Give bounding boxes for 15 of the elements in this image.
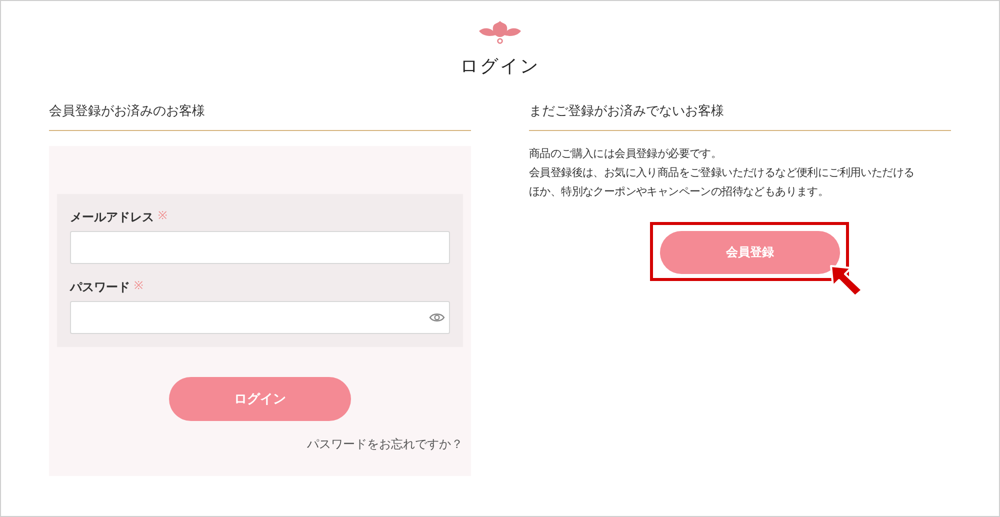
email-field[interactable] [70, 230, 450, 264]
forgot-password-link[interactable]: パスワードをお忘れですか？ [307, 434, 463, 452]
registration-description: 商品のご購入には会員登録が必要です。 会員登録後は、お気に入り商品をご登録いただけるなど便利にご利用いただける ほか、特別なクーポンやキャンペーンの招待などもあります。 [529, 146, 916, 200]
flower-logo-icon [477, 19, 523, 45]
section-heading: 会員登録がお済みのお客様 [49, 102, 471, 130]
page-title: ログイン [460, 55, 540, 79]
required-mark: ※ [134, 279, 143, 294]
password-field[interactable] [70, 300, 450, 334]
field-label: パスワード [70, 278, 130, 296]
register-button[interactable]: 会員登録 [660, 230, 840, 274]
field-label: メールアドレス [70, 208, 154, 226]
login-button[interactable]: ログイン [169, 376, 351, 420]
required-mark: ※ [158, 209, 167, 224]
eye-icon[interactable] [429, 312, 445, 322]
section-heading: まだご登録がお済みでないお客様 [529, 102, 951, 130]
